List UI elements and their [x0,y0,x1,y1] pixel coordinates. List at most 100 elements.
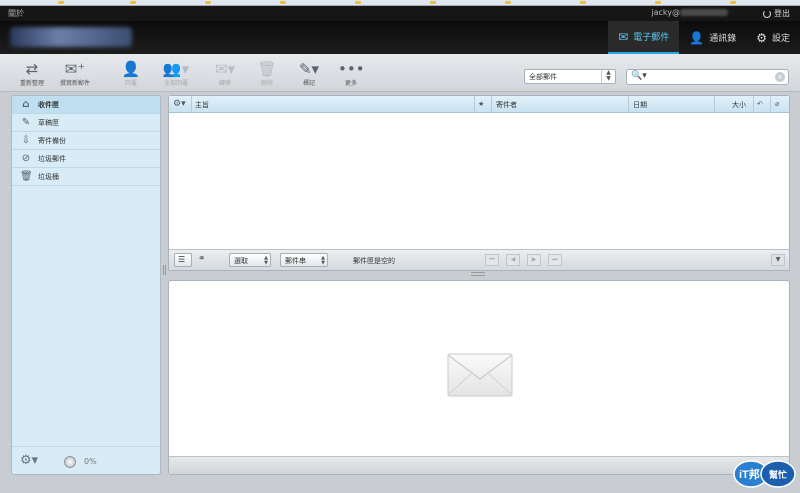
refresh-label: 重新整理 [19,80,44,87]
column-replied-icon[interactable]: ↶ [757,100,763,108]
reply-all-label: 全部回覆 [163,80,188,87]
more-icon: ••• [338,60,365,78]
redacted-email [680,9,728,16]
folder-settings-gear-icon[interactable]: ⚙▾ [20,453,38,468]
threads-toggle-icon[interactable]: ⚭ [198,254,206,264]
nav-mail-label: 電子郵件 [633,33,670,43]
list-header: ⚙▾ 主旨 ★ 寄件者 日期 大小 ↶ ⌀ [169,96,789,113]
reply-all-button[interactable]: 👥▾ 全部回覆 [154,60,198,87]
preview-footer [169,456,789,474]
mark-button[interactable]: ✎▾ 標記 [294,60,324,87]
folder-sidebar: ⌂ 收件匣 ✎ 草稿匣 ⇩ 寄件備份 ⊘ 垃圾郵件 🗑 垃圾桶 ⚙▾ 0% [11,95,161,475]
folder-drafts-label: 草稿匣 [38,118,59,127]
gear-icon: ⚙ [756,30,767,45]
logout-button[interactable]: 登出 [763,8,790,19]
reply-button[interactable]: 👤 回覆 [116,60,146,87]
folder-junk-label: 垃圾郵件 [38,154,66,163]
search-input[interactable]: 🔍▾ × [626,69,789,85]
mark-icon: ✎▾ [298,60,320,78]
reply-all-icon: 👥▾ [162,60,190,78]
folder-trash[interactable]: 🗑 垃圾桶 [12,168,160,186]
preview-pane [168,280,790,475]
clear-search-icon[interactable]: × [775,72,785,82]
folder-inbox[interactable]: ⌂ 收件匣 [12,96,160,114]
nav-mail[interactable]: ✉ 電子郵件 [608,21,680,54]
quota-percent: 0% [84,457,97,466]
sidebar-footer: ⚙▾ 0% [12,446,160,474]
refresh-icon: ⇄ [25,60,39,78]
forward-icon: ✉▾ [214,60,236,78]
folder-sent[interactable]: ⇩ 寄件備份 [12,132,160,150]
nav-contacts[interactable]: 👤 通訊錄 [679,21,746,54]
pencil-icon: ✎ [21,117,31,128]
nav-settings-label: 設定 [771,34,790,44]
folder-sent-label: 寄件備份 [38,136,66,145]
compose-icon: ✉⁺ [64,60,86,78]
select-arrows-icon: ▲ ▼ [264,255,268,266]
next-page-icon[interactable]: ▶ [527,254,541,266]
collapse-preview-icon[interactable]: ▼ [771,254,785,266]
nav-contacts-label: 通訊錄 [709,34,737,44]
select-dropdown[interactable]: 選取 ▲ ▼ [229,253,271,267]
forward-label: 轉寄 [218,80,231,87]
user-account: jacky@ [651,8,728,17]
threads-dropdown[interactable]: 郵件串 ▲ ▼ [280,253,328,267]
about-link[interactable]: 關於 [8,8,24,19]
quota-icon [64,456,76,468]
first-page-icon[interactable]: ⏮ [485,254,499,266]
column-flag[interactable]: ★ [478,100,484,108]
list-footer: ☰ ⚭ 選取 ▲ ▼ 郵件串 ▲ ▼ 郵件匣是空的 ⏮ ◀ ▶ ⏭ ▼ [169,249,789,270]
username: jacky@ [651,8,680,17]
search-icon[interactable]: 🔍▾ [631,71,647,81]
folder-junk[interactable]: ⊘ 垃圾郵件 [12,150,160,168]
message-list: ⚙▾ 主旨 ★ 寄件者 日期 大小 ↶ ⌀ ☰ ⚭ 選取 ▲ ▼ 郵件串 ▲ ▼ 郵… [168,95,790,271]
junk-icon: ⊘ [21,153,31,164]
folder-drafts[interactable]: ✎ 草稿匣 [12,114,160,132]
threads-arrows-icon: ▲ ▼ [321,255,325,266]
column-subject[interactable]: 主旨 [195,100,209,110]
folder-trash-label: 垃圾桶 [38,172,59,181]
prev-page-icon[interactable]: ◀ [506,254,520,266]
delete-label: 刪除 [260,80,273,87]
compose-button[interactable]: ✉⁺ 撰寫新郵件 [56,60,94,87]
power-icon [763,9,771,18]
mail-filter-select[interactable]: 全部郵件 ▲ ▼ [524,69,616,84]
envelope-watermark-icon [447,353,513,397]
column-from[interactable]: 寄件者 [496,100,517,110]
folder-inbox-label: 收件匣 [38,100,59,109]
select-label: 選取 [234,257,248,265]
mark-label: 標記 [302,80,315,87]
compose-label: 撰寫新郵件 [59,80,90,87]
list-view-icon[interactable]: ☰ [174,253,192,267]
logout-label: 登出 [774,9,790,18]
forward-button[interactable]: ✉▾ 轉寄 [208,60,242,87]
mailbox-status: 郵件匣是空的 [353,257,395,265]
itbang-logo-text-2: 幫忙 [769,469,787,481]
last-page-icon[interactable]: ⏭ [548,254,562,266]
trash-icon: 🗑 [20,171,33,182]
list-options-gear-icon[interactable]: ⚙▾ [173,99,186,109]
vertical-splitter[interactable] [163,265,166,275]
column-size[interactable]: 大小 [732,100,746,110]
nav-settings[interactable]: ⚙ 設定 [746,21,800,54]
app-header: ✉ 電子郵件 👤 通訊錄 ⚙ 設定 [0,21,800,54]
horizontal-splitter[interactable] [471,272,485,276]
toolbar: ⇄ 重新整理 ✉⁺ 撰寫新郵件 👤 回覆 👥▾ 全部回覆 ✉▾ 轉寄 🗑 刪除 … [0,54,800,92]
column-date[interactable]: 日期 [633,100,647,110]
trash-icon: 🗑 [257,60,277,78]
envelope-icon: ✉ [618,29,629,44]
sent-icon: ⇩ [21,135,31,146]
reply-icon: 👤 [121,60,141,78]
threads-label: 郵件串 [285,257,306,265]
refresh-button[interactable]: ⇄ 重新整理 [14,60,50,87]
inbox-icon: ⌂ [22,99,30,110]
person-icon: 👤 [689,30,705,45]
reply-label: 回覆 [124,80,137,87]
column-attachment-icon[interactable]: ⌀ [775,100,779,108]
itbang-logo-text-1: iT邦 [739,467,760,481]
select-arrows-icon: ▲ ▼ [601,70,615,83]
itbang-logo: iT邦 幫忙 [733,460,796,488]
more-button[interactable]: ••• 更多 [338,60,365,87]
delete-button[interactable]: 🗑 刪除 [254,60,280,87]
logo [10,27,132,47]
